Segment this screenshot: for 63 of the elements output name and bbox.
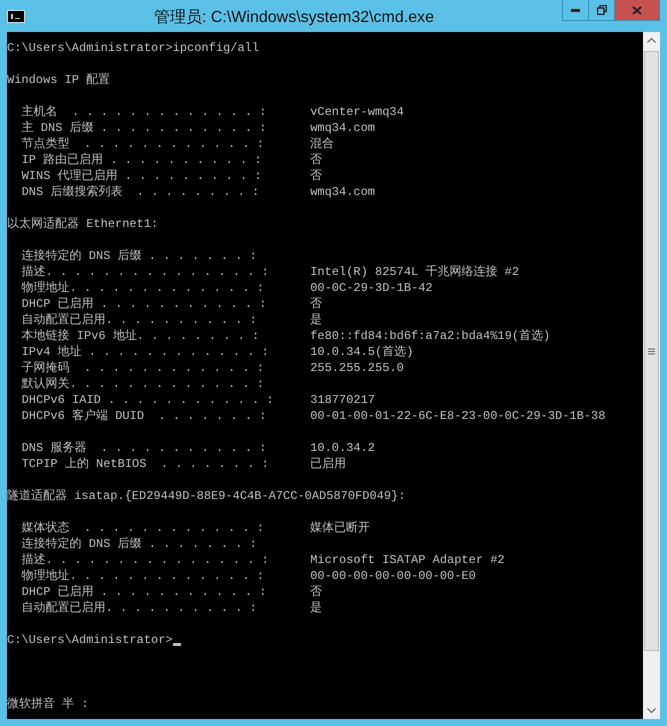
setting-label: 描述. . . . . . . . . . . . . . . :: [20, 264, 270, 280]
setting-value: Intel(R) 82574L 千兆网络连接 #2: [309, 264, 520, 280]
setting-value: 10.0.34.5(首选): [309, 344, 414, 360]
setting-value: 10.0.34.2: [309, 440, 376, 456]
restore-icon: [596, 5, 606, 15]
setting-value: vCenter-wmq34: [309, 104, 404, 120]
setting-value: 00-00-00-00-00-00-00-E0: [309, 568, 476, 584]
setting-value: 318770217: [309, 392, 376, 408]
setting-label: 主 DNS 后缀 . . . . . . . . . . . :: [20, 120, 268, 136]
setting-value: 媒体已断开: [309, 520, 370, 536]
minimize-button[interactable]: [562, 0, 589, 21]
setting-value: 否: [309, 168, 322, 184]
setting-label: 连接特定的 DNS 后缀 . . . . . . . :: [20, 248, 258, 264]
setting-value: 00-0C-29-3D-1B-42: [309, 280, 433, 296]
terminal-icon: [7, 10, 25, 23]
setting-label: IPv4 地址 . . . . . . . . . . . . :: [20, 344, 270, 360]
minimize-icon: [571, 8, 580, 12]
console-line: 微软拼音 半 :: [7, 696, 89, 712]
setting-label: 自动配置已启用. . . . . . . . . . :: [20, 312, 258, 328]
close-button[interactable]: [614, 0, 660, 21]
setting-value: 已启用: [309, 456, 346, 472]
setting-label: DHCP 已启用 . . . . . . . . . . . :: [20, 584, 268, 600]
setting-label: DHCPv6 客户端 DUID . . . . . . . :: [20, 408, 268, 424]
setting-label: 本地链接 IPv6 地址. . . . . . . . :: [20, 328, 260, 344]
setting-value: fe80::fd84:bd6f:a7a2:bda4%19(首选): [309, 328, 550, 344]
window-title: 管理员: C:\Windows\system32\cmd.exe: [152, 8, 436, 28]
setting-label: 连接特定的 DNS 后缀 . . . . . . . :: [20, 536, 258, 552]
setting-label: DNS 后缀搜索列表 . . . . . . . . :: [20, 184, 260, 200]
console-line: 以太网适配器 Ethernet1:: [7, 216, 158, 232]
setting-value: 否: [309, 584, 322, 600]
setting-value: 混合: [309, 136, 334, 152]
setting-label: 子网掩码 . . . . . . . . . . . . :: [20, 360, 266, 376]
setting-value: 255.255.255.0: [309, 360, 404, 376]
setting-value: 00-01-00-01-22-6C-E8-23-00-0C-29-3D-1B-38: [309, 408, 606, 424]
setting-value: 是: [309, 312, 322, 328]
console-line: C:\Users\Administrator>ipconfig/all: [7, 40, 260, 56]
setting-value: 否: [309, 296, 322, 312]
setting-label: DHCP 已启用 . . . . . . . . . . . :: [20, 296, 268, 312]
text-cursor: [172, 643, 181, 646]
setting-label: 默认网关. . . . . . . . . . . . . :: [20, 376, 266, 392]
setting-label: IP 路由已启用 . . . . . . . . . . :: [20, 152, 263, 168]
setting-value: wmq34.com: [309, 120, 376, 136]
setting-label: WINS 代理已启用 . . . . . . . . . :: [20, 168, 263, 184]
setting-label: 物理地址. . . . . . . . . . . . . :: [20, 568, 266, 584]
setting-label: 媒体状态 . . . . . . . . . . . . :: [20, 520, 266, 536]
setting-label: 主机名 . . . . . . . . . . . . . :: [20, 104, 268, 120]
console-line: Windows IP 配置: [7, 72, 110, 88]
setting-value: 是: [309, 600, 322, 616]
setting-label: TCPIP 上的 NetBIOS . . . . . . . :: [20, 456, 270, 472]
close-icon: [632, 6, 642, 14]
setting-value: Microsoft ISATAP Adapter #2: [309, 552, 505, 568]
console-line: 隧道适配器 isatap.{ED29449D-88E9-4C4B-A7CC-0AD5870FD049}:: [7, 488, 406, 504]
setting-value: wmq34.com: [309, 184, 376, 200]
setting-label: 节点类型 . . . . . . . . . . . . :: [20, 136, 266, 152]
scroll-thumb[interactable]: [644, 51, 659, 651]
scrollbar[interactable]: [643, 32, 660, 719]
setting-label: 物理地址. . . . . . . . . . . . . :: [20, 280, 266, 296]
setting-value: 否: [309, 152, 322, 168]
setting-label: 自动配置已启用. . . . . . . . . . :: [20, 600, 258, 616]
setting-label: DHCPv6 IAID . . . . . . . . . . . :: [20, 392, 275, 408]
setting-label: 描述. . . . . . . . . . . . . . . :: [20, 552, 270, 568]
command-prompt: C:\Users\Administrator>: [7, 632, 173, 648]
setting-label: DNS 服务器 . . . . . . . . . . . :: [20, 440, 268, 456]
